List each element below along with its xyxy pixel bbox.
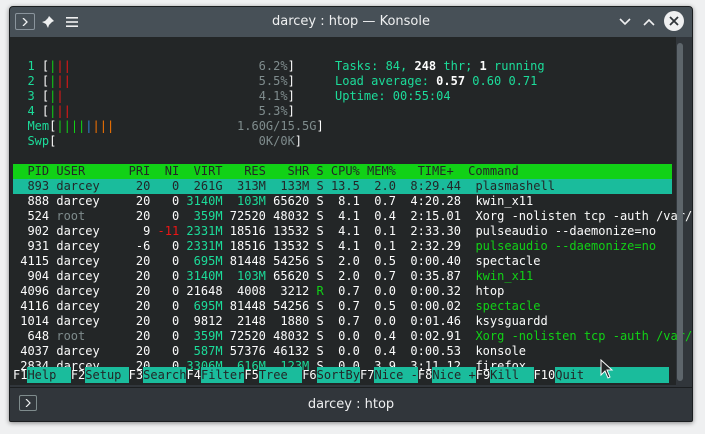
table-row[interactable]: 4096 darcey 20 0 21648 4008 3212 R 0.7 0… — [13, 284, 504, 299]
close-button[interactable] — [664, 11, 684, 31]
load-average: Load average: 0.57 0.60 0.71 — [335, 74, 538, 88]
fkey-f8[interactable]: F8Nice + — [418, 367, 476, 383]
mem-meter: Mem[|||||||| 1.60G/15.5G] — [27, 119, 324, 133]
cpu-1-bars: || — [56, 59, 71, 73]
table-row[interactable]: 931 darcey -6 0 2331M 18516 13532 S 4.1 … — [13, 239, 656, 254]
table-row[interactable]: 4037 darcey 20 0 587M 57376 46132 S 0.0 … — [13, 344, 526, 359]
table-row[interactable]: 648 root 20 0 359M 72520 48032 S 0.0 0.4… — [13, 329, 692, 344]
fkey-f2[interactable]: F2Setup — [71, 367, 129, 383]
chevron-up-icon — [643, 18, 655, 26]
chevron-down-icon — [619, 18, 631, 26]
fkey-f1[interactable]: F1Help — [13, 367, 71, 383]
function-key-bar: F1Help F2Setup F3Search F4Filter F5Tree F6… — [10, 367, 676, 383]
terminal-area[interactable]: 1 [||| 6.2%] 2 [||| 5.5%] 3 [|| 4.1%] 4 … — [10, 37, 692, 385]
tab-bar: darcey : htop — [10, 387, 692, 421]
maximize-button[interactable] — [640, 13, 658, 31]
fkey-f7[interactable]: F7Nice - — [360, 367, 418, 383]
fkey-f5[interactable]: F5Tree — [244, 367, 303, 383]
minimize-button[interactable] — [616, 13, 634, 31]
cpu-meter-2: 2 [||| 5.5%] — [27, 74, 295, 88]
table-row[interactable]: 4116 darcey 20 0 695M 81448 54256 S 0.7 … — [13, 299, 540, 314]
swap-meter: Swp[ 0K/0K] — [27, 134, 303, 148]
cpu-meter-4: 4 [||| 5.3%] — [27, 104, 295, 118]
konsole-window: darcey : htop — Konsole 1 [||| 6.2%] 2 [… — [9, 6, 693, 422]
table-row[interactable]: 893 darcey 20 0 261G 313M 133M S 13.5 2.… — [13, 179, 555, 194]
cpu-meter-1: 1 [||| 6.2%] — [27, 59, 295, 73]
table-row[interactable]: 888 darcey 20 0 3140M 103M 65620 S 8.1 0… — [13, 194, 533, 209]
table-row[interactable]: 904 darcey 20 0 3140M 103M 65620 S 2.0 0… — [13, 269, 533, 284]
scrollbar[interactable] — [677, 43, 683, 381]
cpu-meter-3: 3 [|| 4.1%] — [27, 89, 295, 103]
process-table-header[interactable]: PID USER PRI NI VIRT RES SHR S CPU% MEM%… — [13, 164, 656, 179]
table-row[interactable]: 1014 darcey 20 0 9812 2148 1880 S 0.7 0.… — [13, 314, 547, 329]
uptime: Uptime: 00:55:04 — [335, 89, 451, 103]
window-title: darcey : htop — Konsole — [272, 14, 430, 29]
mouse-cursor-icon — [600, 359, 614, 379]
table-row[interactable]: 4115 darcey 20 0 695M 81448 54256 S 2.0 … — [13, 254, 540, 269]
fkey-f6[interactable]: F6SortBy — [302, 367, 360, 383]
table-row[interactable]: 524 root 20 0 359M 72520 48032 S 4.1 0.4… — [13, 209, 692, 224]
close-icon — [669, 16, 679, 26]
tasks-summary: Tasks: 84, 248 thr; 1 running — [335, 59, 545, 73]
fkey-f9[interactable]: F9Kill — [476, 367, 534, 383]
fkey-f4[interactable]: F4Filter — [187, 367, 245, 383]
fkey-f3[interactable]: F3Search — [129, 367, 187, 383]
title-bar[interactable]: darcey : htop — Konsole — [10, 7, 692, 37]
table-row[interactable]: 902 darcey 9 -11 2331M 18516 13532 S 4.1… — [13, 224, 656, 239]
tab-title[interactable]: darcey : htop — [10, 397, 692, 412]
